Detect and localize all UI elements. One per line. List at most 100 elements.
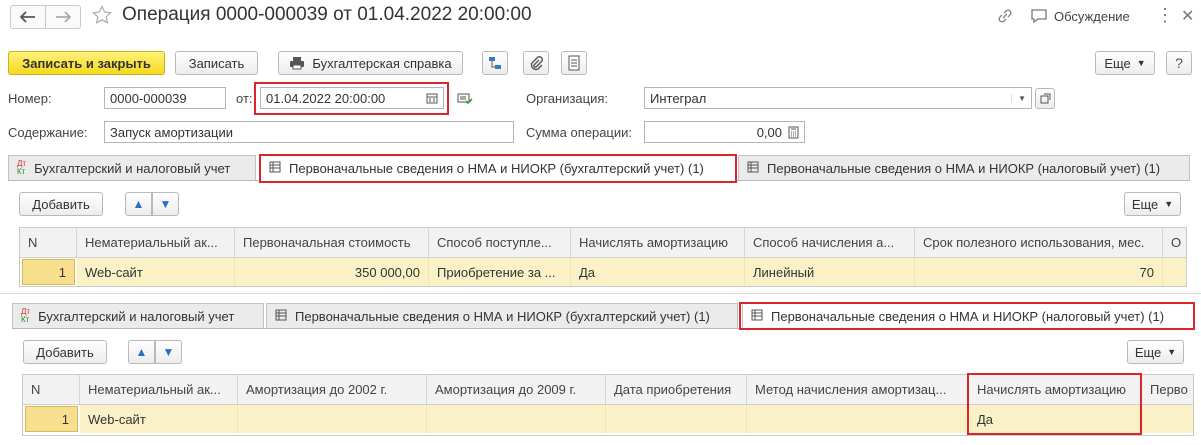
move-up-button[interactable]: ▲ — [128, 340, 155, 364]
divider — [0, 293, 1201, 294]
discussion-label: Обсуждение — [1054, 8, 1130, 24]
post-check-icon[interactable] — [457, 92, 473, 109]
open-icon — [1040, 93, 1050, 104]
help-icon: ? — [1175, 55, 1183, 71]
column-header[interactable]: Метод начисления амортизац... — [747, 375, 969, 405]
column-header[interactable]: Начислять амортизацию — [969, 375, 1142, 405]
accounting-table[interactable]: N Нематериальный ак... Первоначальная ст… — [19, 227, 1187, 287]
arrow-up-icon: ▲ — [135, 345, 148, 359]
column-header[interactable]: Срок полезного использования, мес. — [915, 228, 1163, 258]
tab-label: Бухгалтерский и налоговый учет — [38, 308, 235, 324]
table-cell[interactable]: 350 000,00 — [235, 258, 429, 286]
more-label: Еще — [1134, 344, 1162, 360]
column-header[interactable]: Амортизация до 2002 г. — [238, 375, 427, 405]
table-cell[interactable] — [1163, 258, 1186, 286]
report-button[interactable] — [561, 51, 587, 75]
date-value: 01.04.2022 20:00:00 — [266, 90, 386, 106]
column-header[interactable]: О — [1163, 228, 1186, 258]
grid-more-button[interactable]: Еще ▼ — [1124, 192, 1181, 216]
table-cell[interactable] — [1142, 405, 1193, 433]
table-cell[interactable] — [238, 405, 427, 433]
tax-table[interactable]: N Нематериальный ак... Амортизация до 20… — [22, 374, 1194, 436]
row-number-cell[interactable]: 1 — [25, 406, 78, 432]
back-button[interactable] — [10, 5, 46, 29]
link-icon[interactable] — [996, 7, 1016, 25]
column-header[interactable]: Первоначальная стоимость — [235, 228, 429, 258]
structure-icon — [489, 57, 501, 69]
date-label: от: — [236, 91, 253, 106]
organization-field[interactable]: Интеграл ▼ — [644, 87, 1032, 109]
favorite-star-icon[interactable] — [92, 5, 114, 27]
date-field[interactable]: 01.04.2022 20:00:00 — [260, 87, 444, 109]
more-button[interactable]: Еще ▼ — [1095, 51, 1155, 75]
attachment-button[interactable] — [523, 51, 549, 75]
dt-kt-icon: Дт Кт — [21, 307, 31, 324]
tab-bar-top: Дт Кт Бухгалтерский и налоговый учет Перв… — [8, 155, 1190, 181]
move-up-button[interactable]: ▲ — [125, 192, 152, 216]
close-icon[interactable]: ✕ — [1181, 6, 1194, 26]
table-cell[interactable] — [606, 405, 747, 433]
table-cell[interactable]: Приобретение за ... — [429, 258, 571, 286]
tab-nma-accounting[interactable]: Первоначальные сведения о НМА и НИОКР (б… — [260, 155, 736, 181]
save-and-close-button[interactable]: Записать и закрыть — [8, 51, 165, 75]
column-header[interactable]: Амортизация до 2009 г. — [427, 375, 606, 405]
table-cell[interactable]: 70 — [915, 258, 1163, 286]
amount-field[interactable]: 0,00 — [644, 121, 805, 143]
arrow-down-icon: ▼ — [159, 197, 172, 211]
column-header[interactable]: Способ поступле... — [429, 228, 571, 258]
dt-kt-icon: Дт Кт — [17, 159, 27, 176]
amount-value: 0,00 — [756, 124, 782, 140]
tab-accounting-tax[interactable]: Дт Кт Бухгалтерский и налоговый учет — [12, 303, 264, 328]
report-icon — [568, 55, 580, 71]
number-field[interactable]: 0000-000039 — [104, 87, 226, 109]
column-header[interactable]: Дата приобретения — [606, 375, 747, 405]
table-cell[interactable] — [747, 405, 969, 433]
column-header[interactable]: Начислять амортизацию — [571, 228, 745, 258]
chat-icon — [1031, 9, 1047, 24]
help-button[interactable]: ? — [1166, 51, 1192, 75]
column-header[interactable]: Нематериальный ак... — [80, 375, 238, 405]
tab-accounting-tax[interactable]: Дт Кт Бухгалтерский и налоговый учет — [8, 155, 256, 180]
table-cell[interactable]: Да — [571, 258, 745, 286]
page-title: Операция 0000-000039 от 01.04.2022 20:00… — [122, 4, 532, 25]
tab-label: Первоначальные сведения о НМА и НИОКР (н… — [767, 160, 1161, 176]
accounting-note-button[interactable]: Бухгалтерская справка — [278, 51, 463, 75]
row-number-cell[interactable]: 1 — [22, 259, 75, 285]
more-menu-icon[interactable]: ⋮ — [1156, 5, 1174, 26]
calculator-icon[interactable] — [788, 126, 799, 139]
column-header[interactable]: N — [20, 228, 77, 258]
table-cell[interactable]: Web-сайт — [77, 258, 235, 286]
organization-label: Организация: — [526, 91, 609, 106]
table-cell[interactable] — [427, 405, 606, 433]
table-icon — [269, 161, 281, 176]
save-button[interactable]: Записать — [175, 51, 258, 75]
more-label: Еще — [1131, 196, 1159, 212]
column-header[interactable]: N — [23, 375, 80, 405]
column-header[interactable]: Перво — [1142, 375, 1193, 405]
chevron-down-icon: ▼ — [1164, 199, 1174, 209]
content-field[interactable]: Запуск амортизации — [104, 121, 514, 143]
table-cell[interactable]: Да — [969, 405, 1142, 433]
tab-label: Первоначальные сведения о НМА и НИОКР (б… — [295, 308, 710, 324]
chevron-down-icon: ▼ — [1136, 58, 1146, 68]
discussion-button[interactable]: Обсуждение — [1030, 6, 1130, 26]
table-cell[interactable]: Линейный — [745, 258, 915, 286]
add-button[interactable]: Добавить — [19, 192, 103, 216]
add-button[interactable]: Добавить — [23, 340, 107, 364]
calendar-icon[interactable] — [426, 92, 438, 104]
grid-more-button[interactable]: Еще ▼ — [1127, 340, 1184, 364]
table-cell[interactable]: Web-сайт — [80, 405, 238, 433]
structure-button[interactable] — [482, 51, 508, 75]
dropdown-icon[interactable]: ▼ — [1011, 93, 1026, 103]
tab-nma-accounting[interactable]: Первоначальные сведения о НМА и НИОКР (б… — [266, 303, 738, 328]
move-down-button[interactable]: ▼ — [152, 192, 179, 216]
open-organization-button[interactable] — [1035, 88, 1055, 109]
forward-button[interactable] — [45, 5, 81, 29]
table-icon — [747, 161, 759, 176]
tab-nma-tax[interactable]: Первоначальные сведения о НМА и НИОКР (н… — [742, 303, 1194, 329]
move-down-button[interactable]: ▼ — [155, 340, 182, 364]
printer-icon — [290, 57, 305, 70]
column-header[interactable]: Способ начисления а... — [745, 228, 915, 258]
column-header[interactable]: Нематериальный ак... — [77, 228, 235, 258]
tab-nma-tax[interactable]: Первоначальные сведения о НМА и НИОКР (н… — [738, 155, 1190, 180]
